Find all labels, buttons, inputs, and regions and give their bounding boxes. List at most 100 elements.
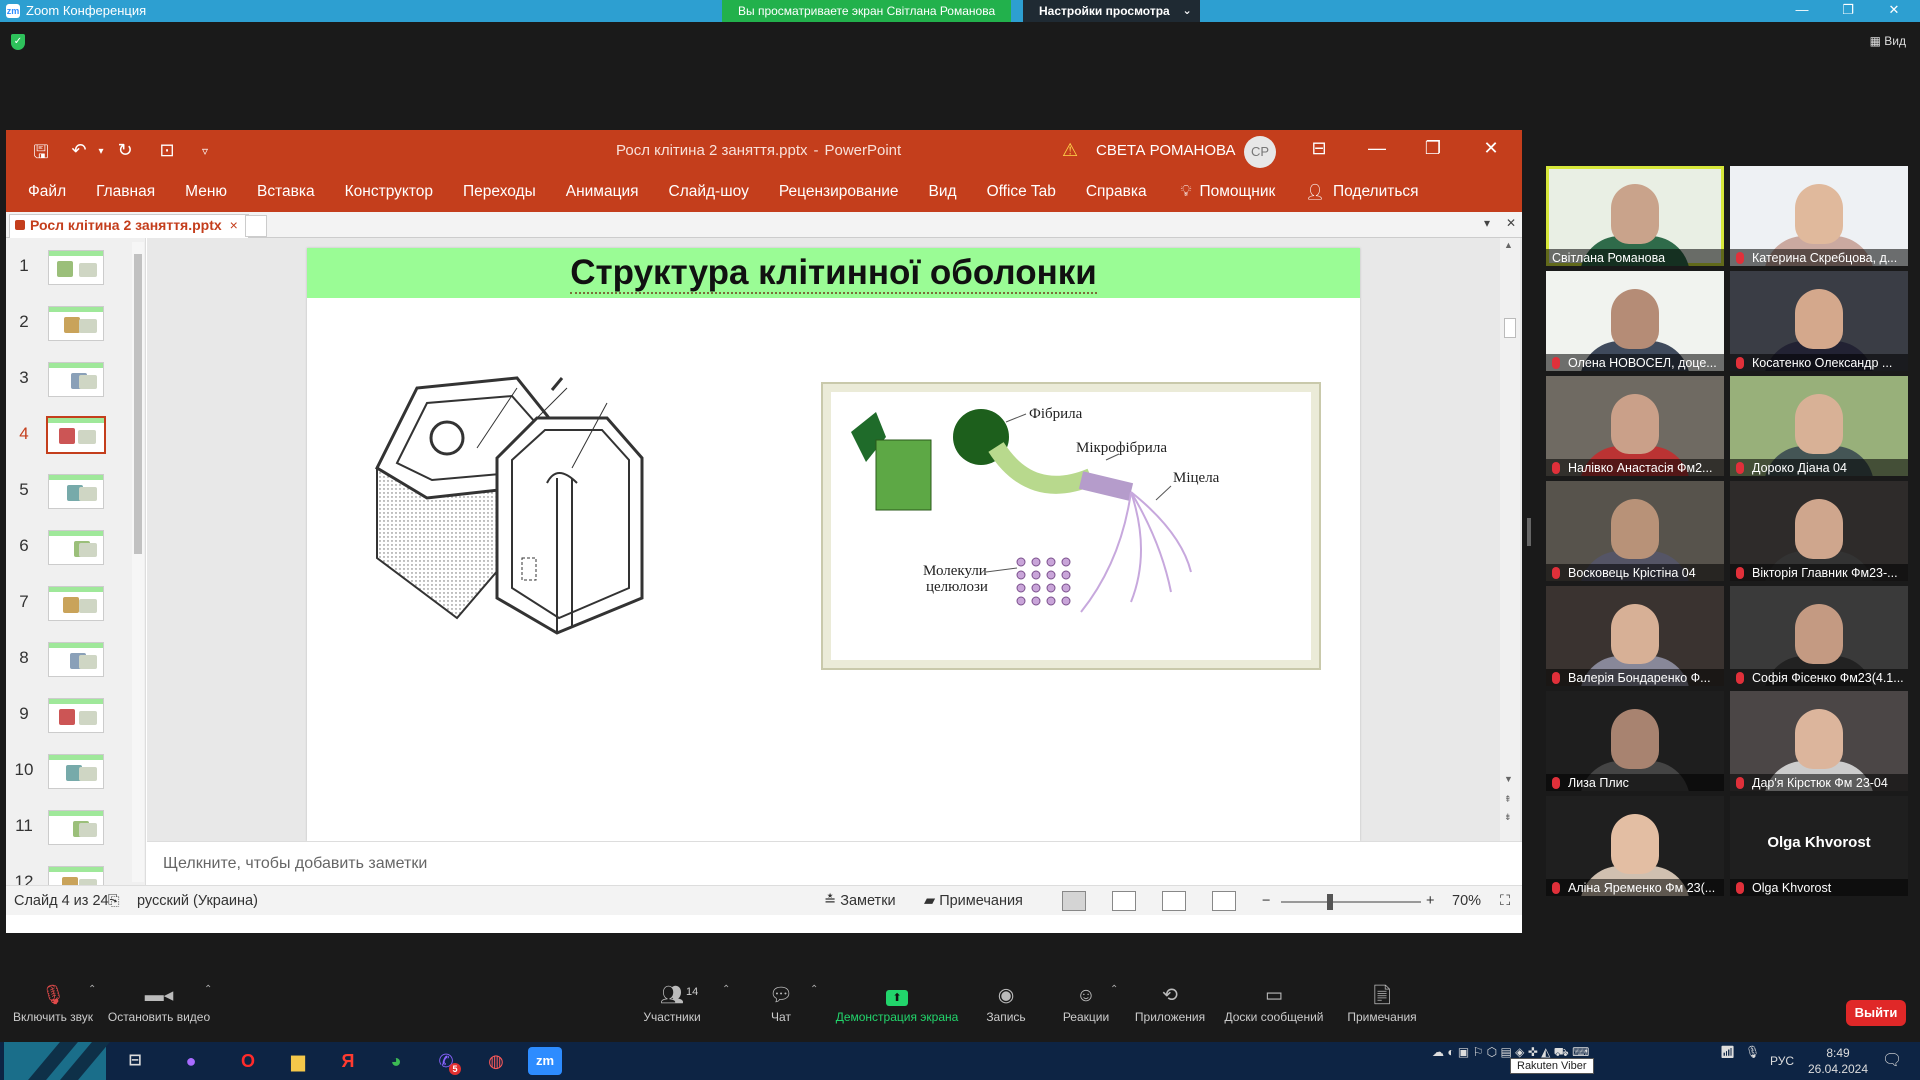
- view-options-dropdown[interactable]: Настройки просмотра ⌄: [1023, 0, 1200, 22]
- chevron-up-icon[interactable]: ⌃: [810, 984, 818, 995]
- fit-to-window-icon[interactable]: ⛶: [1500, 893, 1510, 909]
- cortana-icon[interactable]: ●: [176, 1047, 206, 1075]
- slide-thumbnail[interactable]: 4: [12, 416, 122, 474]
- slide-canvas[interactable]: Структура клітинної оболонки Фібрила Мік…: [307, 248, 1360, 841]
- accessibility-icon[interactable]: ⎘: [108, 893, 120, 909]
- zoom-in-icon[interactable]: +: [1426, 893, 1434, 909]
- leave-button[interactable]: Выйти: [1846, 1000, 1906, 1026]
- participant-tile[interactable]: Олена НОВОСЕЛ, доце...: [1546, 271, 1724, 371]
- slide-thumbnail[interactable]: 10: [12, 754, 122, 810]
- chevron-up-icon[interactable]: ⌃: [88, 984, 96, 995]
- undo-dropdown-icon[interactable]: ▾: [88, 146, 114, 157]
- presentation-icon[interactable]: ⊡: [154, 140, 180, 161]
- close-icon[interactable]: ✕: [1876, 0, 1912, 22]
- chrome-icon[interactable]: ◕: [381, 1047, 411, 1075]
- chevron-up-icon[interactable]: ⌃: [722, 984, 730, 995]
- slide-thumbnail[interactable]: 9: [12, 698, 122, 754]
- zoom-out-icon[interactable]: −: [1262, 893, 1270, 909]
- scroll-up-icon[interactable]: ▲: [1504, 240, 1513, 250]
- chevron-up-icon[interactable]: ⌃: [1110, 984, 1118, 995]
- redo-icon[interactable]: ↻: [112, 140, 138, 161]
- zoom-taskbar-icon[interactable]: zm: [528, 1047, 562, 1075]
- notes-button[interactable]: ≛ Заметки: [824, 893, 896, 909]
- warning-icon[interactable]: ⚠: [1062, 140, 1078, 161]
- participant-tile[interactable]: Світлана Романова: [1546, 166, 1724, 266]
- slide-thumbnail[interactable]: 6: [12, 530, 122, 586]
- user-name[interactable]: СВЕТА РОМАНОВА: [1096, 142, 1236, 159]
- tab-transitions[interactable]: Переходы: [463, 183, 536, 201]
- participant-tile[interactable]: Дороко Діана 04: [1730, 376, 1908, 476]
- tell-me-button[interactable]: 💡︎ Помощник: [1181, 183, 1276, 201]
- slide-title[interactable]: Структура клітинної оболонки: [570, 253, 1097, 294]
- view-button[interactable]: ▦ Вид: [1870, 34, 1906, 48]
- language-indicator[interactable]: русский (Украина): [137, 893, 258, 909]
- comments-button[interactable]: ▰ Примечания: [924, 893, 1023, 909]
- chevron-up-icon[interactable]: ⌃: [204, 984, 212, 995]
- wifi-icon[interactable]: 📶︎: [1720, 1045, 1735, 1059]
- close-all-icon[interactable]: ✕: [1506, 216, 1516, 230]
- tab-home[interactable]: Главная: [96, 183, 155, 201]
- minimize-icon[interactable]: —: [1784, 0, 1820, 22]
- cell-wall-drawing[interactable]: [367, 348, 667, 648]
- tab-insert[interactable]: Вставка: [257, 183, 315, 201]
- participant-tile[interactable]: Аліна Яременко Фм 23(...: [1546, 796, 1724, 896]
- slide-thumbnail[interactable]: 12: [12, 866, 122, 885]
- editor-scrollbar[interactable]: ▲ ▼ ⇞ ⇟: [1500, 238, 1520, 841]
- ribbon-display-icon[interactable]: ⊟: [1304, 138, 1334, 159]
- minimize-icon[interactable]: —: [1362, 138, 1392, 159]
- previous-slide-icon[interactable]: ⇞: [1504, 794, 1512, 805]
- notes-placeholder[interactable]: Щелкните, чтобы добавить заметки: [163, 855, 427, 872]
- slide-thumbnail[interactable]: 8: [12, 642, 122, 698]
- language-indicator[interactable]: РУС: [1770, 1054, 1794, 1068]
- save-icon[interactable]: 🖫: [28, 140, 54, 170]
- customize-qat-icon[interactable]: ▿: [192, 144, 218, 158]
- participant-tile[interactable]: Софія Фісенко Фм23(4.1...: [1730, 586, 1908, 686]
- restore-icon[interactable]: ❐: [1830, 0, 1866, 22]
- tab-view[interactable]: Вид: [929, 183, 957, 201]
- start-button[interactable]: [4, 1042, 110, 1080]
- participant-tile[interactable]: Лиза Плис: [1546, 691, 1724, 791]
- notes-button[interactable]: 📄︎ Примечания: [1344, 982, 1420, 1040]
- restore-icon[interactable]: ❐: [1418, 138, 1448, 159]
- scroll-thumb[interactable]: [1504, 318, 1516, 338]
- participant-tile[interactable]: Косатенко Олександр ...: [1730, 271, 1908, 371]
- tab-slideshow[interactable]: Слайд-шоу: [669, 183, 749, 201]
- participant-tile[interactable]: Olga Khvorost Olga Khvorost: [1730, 796, 1908, 896]
- document-tab[interactable]: Росл клітина 2 заняття.pptx ×: [9, 214, 249, 238]
- viber-icon[interactable]: ✆ 5: [431, 1047, 461, 1075]
- notification-icon[interactable]: 🗨︎: [1882, 1050, 1902, 1070]
- record-button[interactable]: ◉ Запись: [978, 982, 1034, 1040]
- slide-thumbnail[interactable]: 1: [12, 250, 122, 306]
- tab-animations[interactable]: Анимация: [566, 183, 639, 201]
- slide-title-banner[interactable]: Структура клітинної оболонки: [307, 248, 1360, 298]
- fibril-structure-figure[interactable]: Фібрила Мікрофібрила Міцела Молекули цел…: [821, 382, 1321, 670]
- file-explorer-icon[interactable]: ▆: [283, 1047, 313, 1075]
- tab-review[interactable]: Рецензирование: [779, 183, 899, 201]
- participant-tile[interactable]: Налівко Анастасія Фм2...: [1546, 376, 1724, 476]
- tab-list-icon[interactable]: ▾: [1484, 216, 1490, 230]
- tab-design[interactable]: Конструктор: [345, 183, 433, 201]
- slide-thumbnail[interactable]: 3: [12, 362, 122, 418]
- yandex-browser-icon[interactable]: Я: [333, 1047, 363, 1075]
- slideshow-view-icon[interactable]: [1212, 891, 1236, 911]
- panel-divider-handle[interactable]: [1527, 518, 1531, 546]
- reactions-button[interactable]: ☺︎ Реакции ⌃: [1058, 982, 1119, 1040]
- new-tab-button[interactable]: [245, 215, 267, 237]
- slide-thumbnail[interactable]: 7: [12, 586, 122, 642]
- participant-tile[interactable]: Восковець Крістіна 04: [1546, 481, 1724, 581]
- tab-file[interactable]: Файл: [28, 183, 66, 201]
- apps-button[interactable]: ⟲ Приложения: [1130, 982, 1210, 1040]
- opera-icon[interactable]: O: [233, 1047, 263, 1075]
- participants-button[interactable]: 👥︎ 14 Участники ⌃: [640, 982, 730, 1040]
- participant-tile[interactable]: Валерія Бондаренко Ф...: [1546, 586, 1724, 686]
- app-icon[interactable]: ◍: [481, 1047, 511, 1075]
- slide-thumbnail[interactable]: 2: [12, 306, 122, 362]
- participant-tile[interactable]: Вікторія Главник Фм23-...: [1730, 481, 1908, 581]
- microphone-icon[interactable]: 🎙︎: [1745, 1045, 1760, 1059]
- reading-view-icon[interactable]: [1162, 891, 1186, 911]
- clock[interactable]: 8:49 26.04.2024: [1806, 1045, 1870, 1077]
- chat-button[interactable]: 💬︎ Чат ⌃: [758, 982, 818, 1040]
- avatar[interactable]: СР: [1244, 136, 1276, 168]
- slide-thumbnail[interactable]: 5: [12, 474, 122, 530]
- encryption-shield-icon[interactable]: ✓: [11, 34, 25, 50]
